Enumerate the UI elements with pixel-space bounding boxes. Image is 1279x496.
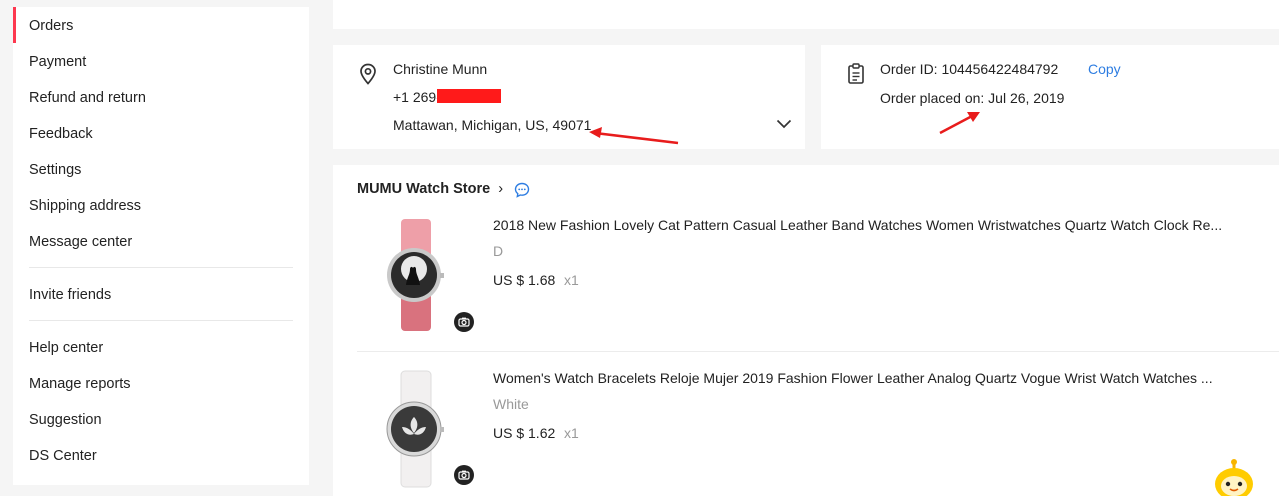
active-indicator	[13, 7, 16, 43]
order-info-card: Order ID: 104456422484792 Copy Order pla…	[821, 45, 1279, 149]
camera-icon[interactable]	[454, 312, 474, 332]
product-variant: White	[493, 396, 529, 412]
recipient-location: Mattawan, Michigan, US, 49071	[393, 117, 592, 133]
sidebar-divider	[29, 267, 293, 268]
camera-icon[interactable]	[454, 465, 474, 485]
product-price: US $ 1.62	[493, 425, 556, 441]
sidebar-item-settings[interactable]: Settings	[29, 160, 81, 180]
order-placed-date: Order placed on: Jul 26, 2019	[880, 90, 1065, 106]
copy-order-id-button[interactable]: Copy	[1088, 60, 1121, 78]
sidebar-item-feedback[interactable]: Feedback	[29, 124, 93, 144]
store-order-card: MUMU Watch Store › 2018 New Fashion Love…	[333, 165, 1279, 496]
annotation-arrow	[939, 112, 980, 135]
product-title[interactable]: 2018 New Fashion Lovely Cat Pattern Casu…	[493, 217, 1253, 233]
sidebar-item-manage-reports[interactable]: Manage reports	[29, 374, 131, 394]
sidebar-item-orders[interactable]: Orders	[29, 16, 73, 36]
product-divider	[357, 351, 1279, 352]
product-title[interactable]: Women's Watch Bracelets Reloje Mujer 201…	[493, 370, 1253, 386]
sidebar-item-invite-friends[interactable]: Invite friends	[29, 285, 111, 305]
annotation-arrow	[589, 127, 679, 145]
store-name-link[interactable]: MUMU Watch Store ›	[357, 181, 503, 197]
chat-bubble-icon[interactable]	[514, 182, 530, 198]
product-price: US $ 1.68	[493, 272, 556, 288]
redaction-mark	[437, 89, 501, 103]
sidebar-item-payment[interactable]: Payment	[29, 52, 86, 72]
sidebar-item-help-center[interactable]: Help center	[29, 338, 103, 358]
product-variant: D	[493, 243, 504, 259]
chevron-down-icon[interactable]	[776, 119, 792, 129]
sidebar-item-shipping-address[interactable]: Shipping address	[29, 196, 141, 216]
product-quantity: x1	[564, 272, 579, 288]
order-status-panel	[333, 0, 1279, 29]
chevron-right-icon: ›	[498, 181, 504, 197]
recipient-name: Christine Munn	[393, 61, 488, 77]
assistant-bot-icon[interactable]	[1212, 458, 1256, 496]
sidebar-item-ds-center[interactable]: DS Center	[29, 446, 97, 466]
product-quantity: x1	[564, 425, 579, 441]
clipboard-icon	[848, 63, 864, 84]
account-sidebar: Orders Payment Refund and return Feedbac…	[13, 7, 309, 485]
sidebar-item-refund[interactable]: Refund and return	[29, 88, 146, 108]
sidebar-item-suggestion[interactable]: Suggestion	[29, 410, 102, 430]
store-name: MUMU Watch Store	[357, 181, 491, 197]
sidebar-item-message-center[interactable]: Message center	[29, 232, 132, 252]
location-pin-icon	[360, 63, 376, 85]
shipping-address-card: Christine Munn +1 269-5 Mattawan, Michig…	[333, 45, 805, 149]
order-id: Order ID: 104456422484792	[880, 61, 1059, 77]
sidebar-divider	[29, 320, 293, 321]
